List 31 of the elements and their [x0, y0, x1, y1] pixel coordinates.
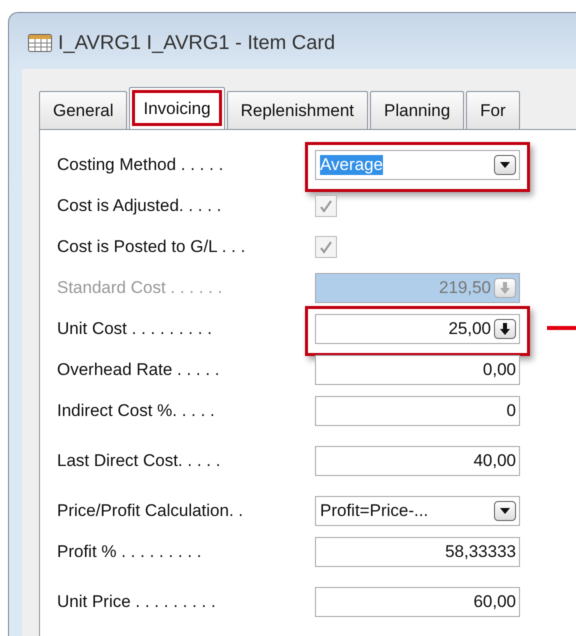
tab[interactable]: For [466, 91, 520, 129]
field-value: Profit=Price-... [320, 500, 428, 520]
number-field[interactable]: 0,00 [315, 354, 520, 384]
check-icon [319, 198, 333, 212]
field-value: Average [320, 154, 384, 174]
field-label: Cost is Adjusted. . . . . [57, 196, 222, 216]
tab[interactable]: General [39, 91, 128, 129]
tab[interactable]: Invoicing [129, 87, 225, 129]
field-label: Standard Cost . . . . . . [57, 278, 224, 298]
number-field[interactable]: 40,00 [315, 446, 520, 476]
dropdown-field[interactable]: Profit=Price-... [315, 496, 520, 526]
number-field[interactable]: 60,00 [315, 586, 520, 616]
field-value: 25,00 [448, 318, 491, 338]
check-icon [319, 240, 333, 254]
field-label: Indirect Cost %. . . . . [57, 400, 216, 420]
field-label: Last Direct Cost. . . . . [57, 450, 222, 470]
field-label: Profit % . . . . . . . . . [57, 542, 203, 562]
field-label: Overhead Rate . . . . . [57, 360, 221, 380]
number-field[interactable]: 0 [315, 396, 520, 426]
number-field[interactable]: 25,00 [315, 314, 520, 344]
field-value: 219,50 [439, 278, 491, 298]
table-icon [28, 34, 52, 52]
field-label: Unit Price . . . . . . . . . [57, 592, 217, 612]
window-title: I_AVRG1 I_AVRG1 - Item Card [58, 32, 336, 54]
field-label: Price/Profit Calculation. . [57, 500, 244, 520]
field-label: Cost is Posted to G/L . . . [57, 236, 246, 256]
tab[interactable]: Replenishment [226, 91, 368, 129]
number-field[interactable]: 58,33333 [315, 536, 520, 566]
tab[interactable]: Planning [370, 91, 464, 129]
field-label: Costing Method . . . . . [57, 154, 224, 174]
field-label: Unit Cost . . . . . . . . . [57, 318, 213, 338]
